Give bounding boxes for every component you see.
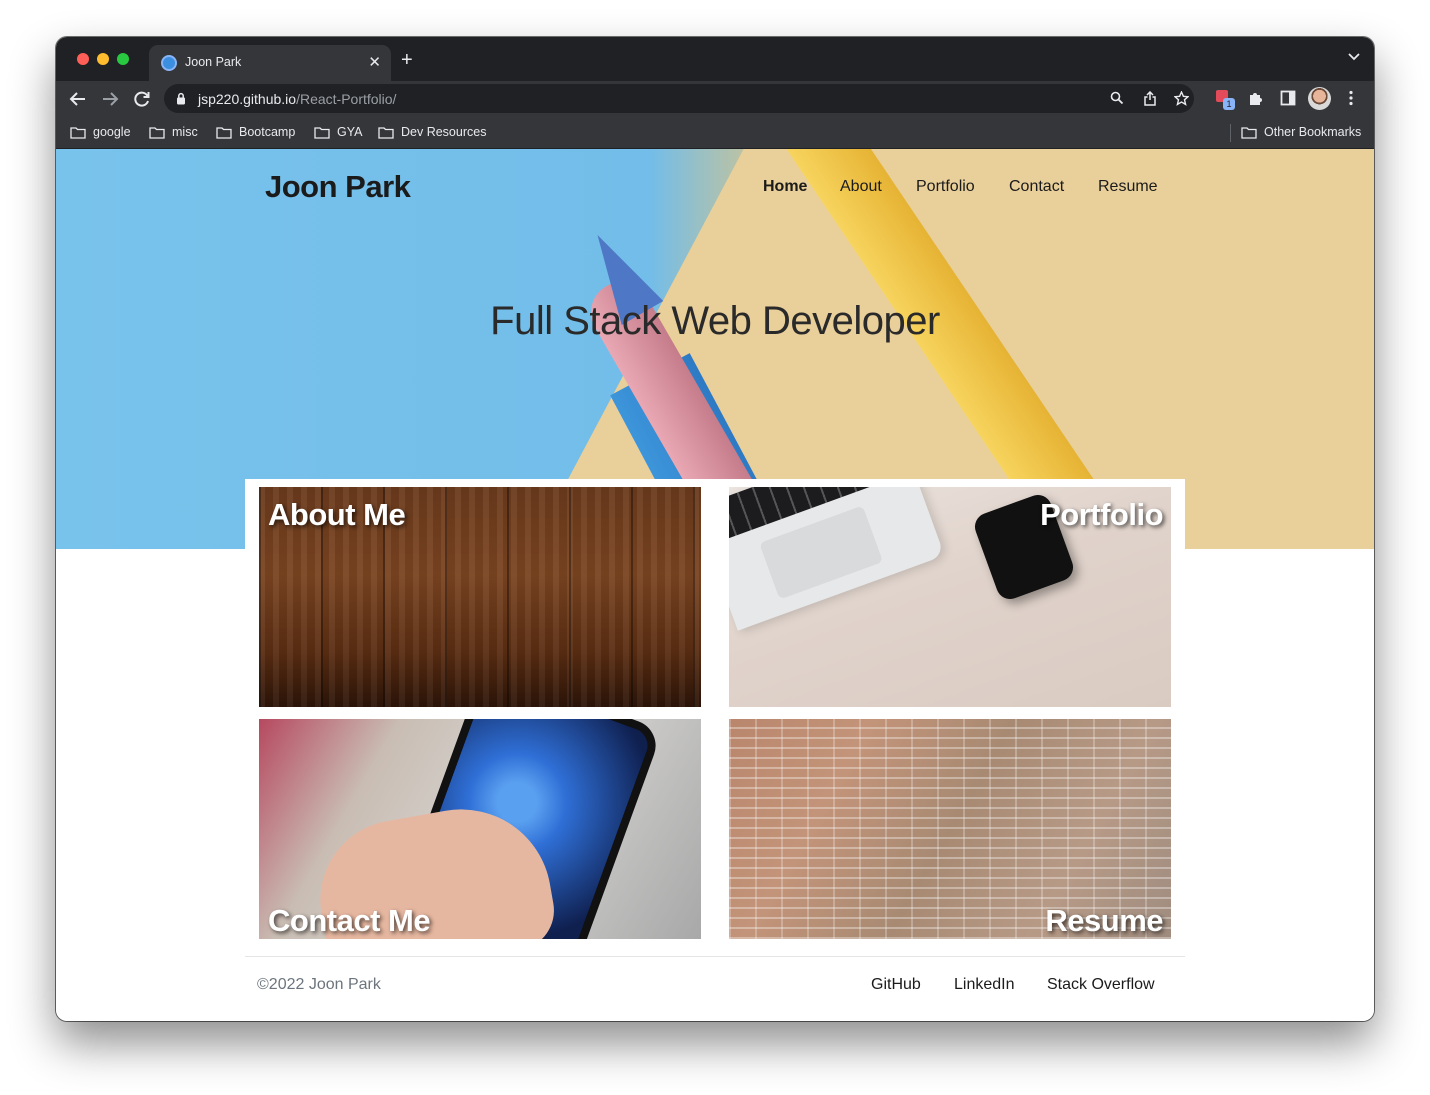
search-icon[interactable] [1110,91,1124,105]
card-contact-label: Contact Me [268,903,431,938]
bookmark-folder-dev-resources[interactable]: Dev Resources [378,125,486,139]
puzzle-extensions-icon[interactable] [1248,90,1264,106]
other-bookmarks-folder[interactable]: Other Bookmarks [1241,125,1361,139]
nav-portfolio[interactable]: Portfolio [916,178,975,196]
chevron-down-icon[interactable] [1348,53,1360,61]
footer-divider [245,956,1185,957]
more-options-icon[interactable] [1349,90,1353,106]
web-page: Joon Park Home About Portfolio Contact R… [56,149,1374,1021]
card-contact-me[interactable]: Contact Me [259,719,701,939]
bookmark-folder-bootcamp[interactable]: Bootcamp [216,125,295,139]
cards-panel: About Me Portfolio Contact Me Resume [245,479,1185,957]
card-about-me[interactable]: About Me [259,487,701,707]
browser-window: Joon Park ✕ + jsp220.github.io/React-Por… [56,37,1374,1021]
laptop-image [729,487,945,631]
folder-icon [378,126,394,139]
side-panel-icon[interactable] [1280,90,1296,106]
folder-icon [70,126,86,139]
nav-contact[interactable]: Contact [1009,178,1064,196]
footer-copyright: ©2022 Joon Park [257,976,381,993]
bookmark-folder-gya[interactable]: GYA [314,125,362,139]
close-icon[interactable]: ✕ [368,53,381,71]
browser-toolbar: jsp220.github.io/React-Portfolio/ 1 [56,81,1374,117]
url-path: /React-Portfolio/ [296,91,397,107]
back-arrow-icon[interactable] [69,90,87,108]
tab-strip: Joon Park ✕ + [56,37,1374,81]
forward-arrow-icon[interactable] [101,90,119,108]
address-bar[interactable]: jsp220.github.io/React-Portfolio/ [164,84,1194,113]
nav-home[interactable]: Home [763,178,807,196]
profile-avatar[interactable] [1308,87,1331,110]
footer-link-linkedin[interactable]: LinkedIn [954,976,1015,994]
share-icon[interactable] [1143,91,1157,106]
extension-badge: 1 [1223,98,1235,110]
url-host: jsp220.github.io [198,91,297,107]
bookmark-folder-misc[interactable]: misc [149,125,198,139]
nav-resume[interactable]: Resume [1098,178,1158,196]
card-portfolio[interactable]: Portfolio [729,487,1171,707]
extension-icon[interactable]: 1 [1216,90,1235,110]
card-about-label: About Me [268,497,406,532]
folder-icon [149,126,165,139]
site-brand[interactable]: Joon Park [265,169,411,205]
card-resume-label: Resume [1045,903,1163,938]
nav-about[interactable]: About [840,178,882,196]
bookmark-folder-google[interactable]: google [70,125,131,139]
maximize-window-button[interactable] [117,53,129,65]
minimize-window-button[interactable] [97,53,109,65]
folder-icon [314,126,330,139]
folder-icon [1241,126,1257,139]
other-bookmarks-label: Other Bookmarks [1264,125,1362,139]
card-resume[interactable]: Resume [729,719,1171,939]
hero-title: Full Stack Web Developer [490,299,940,343]
tab-joon-park[interactable]: Joon Park ✕ [149,45,391,81]
bookmark-label: google [93,125,131,139]
url-text: jsp220.github.io/React-Portfolio/ [198,91,396,107]
bookmark-label: GYA [337,125,363,139]
bookmark-label: Bootcamp [239,125,296,139]
reload-icon[interactable] [133,90,151,108]
new-tab-button[interactable]: + [401,50,413,70]
footer-link-github[interactable]: GitHub [871,976,921,994]
tab-title: Joon Park [185,55,242,69]
bookmark-label: misc [172,125,198,139]
folder-icon [216,126,232,139]
bookmarks-bar: google misc Bootcamp GYA Dev Resources O… [56,117,1374,149]
globe-icon [161,55,177,71]
bookmark-star-icon[interactable] [1174,91,1189,106]
close-window-button[interactable] [77,53,89,65]
card-portfolio-label: Portfolio [1040,497,1163,532]
bookmarks-divider [1230,124,1231,142]
footer-link-stack-overflow[interactable]: Stack Overflow [1047,976,1155,994]
bookmark-label: Dev Resources [401,125,487,139]
lock-icon[interactable] [176,92,186,105]
